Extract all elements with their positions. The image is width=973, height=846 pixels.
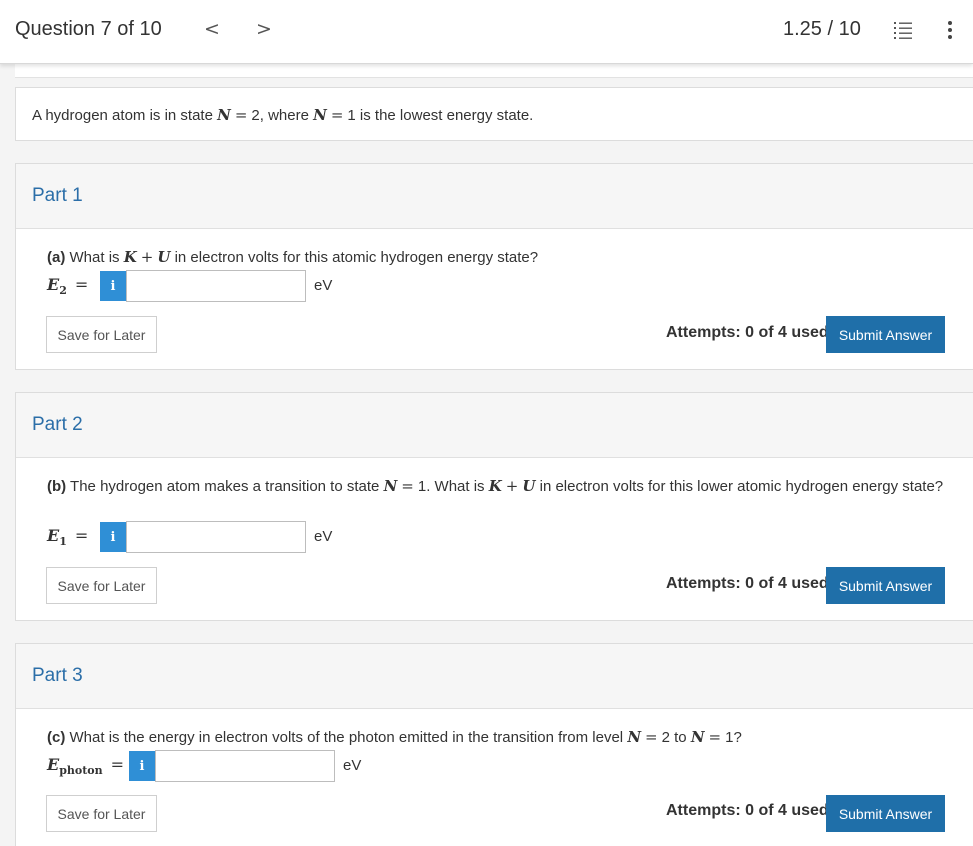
unit-label: eV [314,528,333,545]
save-for-later-button[interactable]: Save for Later [46,567,157,604]
info-button[interactable]: i [129,751,155,781]
answer-label: E1 = [47,526,89,549]
next-question-button[interactable]: > [252,16,276,42]
part-title: Part 3 [32,665,83,686]
part-question-text: (c) What is the energy in electron volts… [47,728,742,746]
attempts-counter: Attempts: 0 of 4 used [666,802,829,819]
score-display: 1.25 / 10 [783,18,861,40]
previous-question-button[interactable]: < [200,16,224,42]
part-title: Part 2 [32,414,83,435]
attempts-counter: Attempts: 0 of 4 used [666,324,829,341]
chevron-right-icon: > [256,18,272,40]
more-options-icon[interactable] [942,18,958,44]
part-1: Part 1 (a) What is K + U in electron volts… [15,163,973,370]
question-header: Question 7 of 10 < > 1.25 / 10 [0,0,973,64]
attempts-counter: Attempts: 0 of 4 used [666,575,829,592]
submit-answer-button[interactable]: Submit Answer [826,567,945,604]
info-button[interactable]: i [100,271,126,301]
part-question-text: (a) What is K + U in electron volts for th… [47,248,539,266]
stem-text: A hydrogen atom is in state N = 2, where N… [32,106,534,124]
answer-row: Ephoton = i eV [47,749,647,782]
answer-label: Ephoton = [47,755,125,778]
answer-row: E1 = i eV [47,520,647,553]
save-for-later-button[interactable]: Save for Later [46,316,157,353]
unit-label: eV [343,757,362,774]
submit-answer-button[interactable]: Submit Answer [826,316,945,353]
part-3: Part 3 (c) What is the energy in electro… [15,643,973,846]
question-counter: Question 7 of 10 [15,18,162,40]
info-button[interactable]: i [100,522,126,552]
question-stem: A hydrogen atom is in state N = 2, where N… [15,87,973,141]
part-header: Part 1 [16,164,973,229]
chevron-left-icon: < [204,18,220,40]
answer-input[interactable] [126,270,306,302]
part-header: Part 3 [16,644,973,709]
info-icon: i [139,758,145,774]
info-icon: i [110,278,116,294]
info-icon: i [110,529,116,545]
answer-input[interactable] [155,750,335,782]
part-title: Part 1 [32,185,83,206]
part-2: Part 2 (b) The hydrogen atom makes a tra… [15,392,973,621]
answer-input[interactable] [126,521,306,553]
submit-answer-button[interactable]: Submit Answer [826,795,945,832]
unit-label: eV [314,277,333,294]
answer-label: E2 = [47,275,89,298]
part-question-text: (b) The hydrogen atom makes a transition… [47,477,944,495]
scrolled-content-strip [15,64,973,78]
save-for-later-button[interactable]: Save for Later [46,795,157,832]
question-list-icon[interactable] [892,19,914,41]
part-header: Part 2 [16,393,973,458]
answer-row: E2 = i eV [47,269,647,302]
